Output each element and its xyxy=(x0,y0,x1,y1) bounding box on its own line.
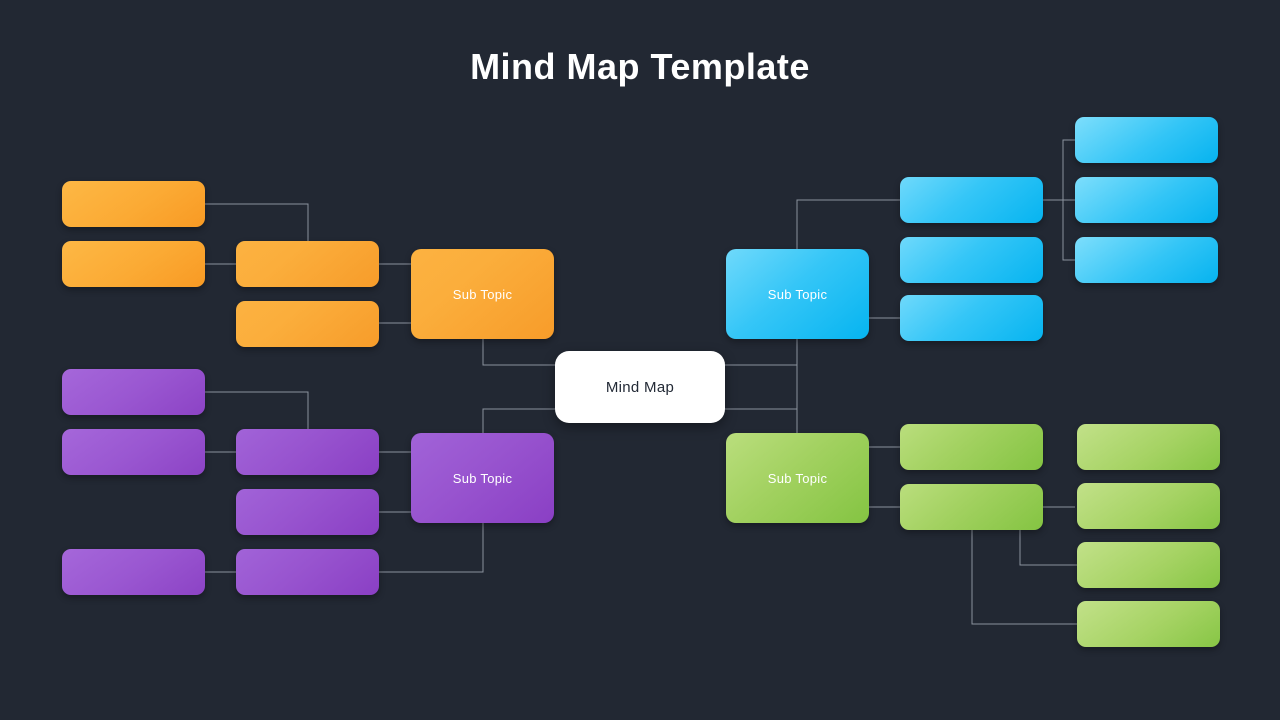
green-mid-2[interactable] xyxy=(900,484,1043,530)
blue-leaf-1[interactable] xyxy=(1075,117,1218,163)
blue-sub-topic-hub[interactable]: Sub Topic xyxy=(726,249,869,339)
node-label: Sub Topic xyxy=(767,470,828,486)
blue-leaf-3[interactable] xyxy=(1075,237,1218,283)
center-node-mind-map[interactable]: Mind Map xyxy=(555,351,725,423)
blue-leaf-2[interactable] xyxy=(1075,177,1218,223)
orange-mid-1[interactable] xyxy=(236,241,379,287)
connector-4 xyxy=(482,339,555,366)
connector-12 xyxy=(725,339,798,410)
blue-mid-3[interactable] xyxy=(900,295,1043,341)
connector-18 xyxy=(725,364,798,433)
orange-leaf-1[interactable] xyxy=(62,181,205,227)
green-mid-1[interactable] xyxy=(900,424,1043,470)
purple-mid-1[interactable] xyxy=(236,429,379,475)
green-leaf-2[interactable] xyxy=(1077,483,1220,529)
green-leaf-1[interactable] xyxy=(1077,424,1220,470)
purple-mid-2[interactable] xyxy=(236,489,379,535)
purple-leaf-3[interactable] xyxy=(62,549,205,595)
connector-17 xyxy=(1062,200,1075,261)
blue-mid-2[interactable] xyxy=(900,237,1043,283)
mind-map-canvas: Mind Map Template Sub Topic Sub Topic Su… xyxy=(0,0,1280,720)
orange-sub-topic-hub[interactable]: Sub Topic xyxy=(411,249,554,339)
green-sub-topic-hub[interactable]: Sub Topic xyxy=(726,433,869,523)
purple-leaf-1[interactable] xyxy=(62,369,205,415)
node-label: Sub Topic xyxy=(452,470,513,486)
connector-15 xyxy=(1043,139,1075,201)
purple-mid-3[interactable] xyxy=(236,549,379,595)
connector-13 xyxy=(796,199,900,249)
page-title: Mind Map Template xyxy=(470,46,810,87)
node-label: Sub Topic xyxy=(452,286,513,302)
node-label: Sub Topic xyxy=(767,286,828,302)
green-leaf-3[interactable] xyxy=(1077,542,1220,588)
orange-leaf-2[interactable] xyxy=(62,241,205,287)
connector-11 xyxy=(482,408,555,433)
orange-mid-2[interactable] xyxy=(236,301,379,347)
green-leaf-4[interactable] xyxy=(1077,601,1220,647)
blue-mid-1[interactable] xyxy=(900,177,1043,223)
purple-leaf-2[interactable] xyxy=(62,429,205,475)
connector-10 xyxy=(379,523,484,573)
center-node-label: Mind Map xyxy=(605,378,675,396)
purple-sub-topic-hub[interactable]: Sub Topic xyxy=(411,433,554,523)
